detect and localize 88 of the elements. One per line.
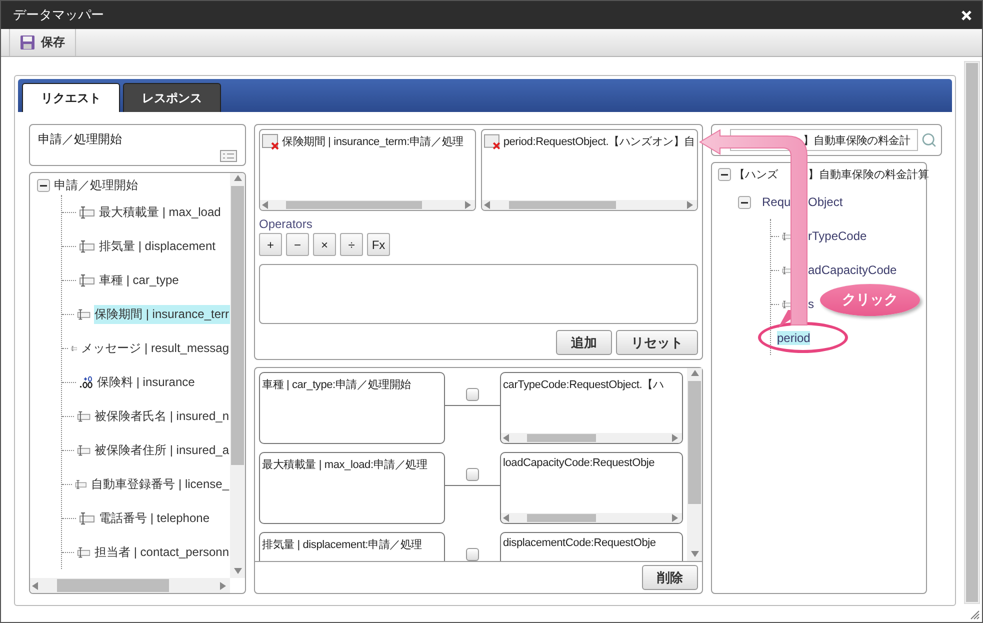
vertical-scrollbar[interactable]: [687, 368, 702, 561]
search-icon[interactable]: [921, 132, 937, 148]
tree-node[interactable]: 被保険者住所 | insured_a: [94, 440, 230, 460]
click-callout: クリック: [820, 284, 920, 316]
text-field-icon: [79, 206, 95, 218]
text-field-icon: [75, 478, 88, 490]
horizontal-scrollbar[interactable]: [30, 578, 230, 593]
text-field-icon: [76, 444, 90, 456]
text-field-icon: [76, 308, 90, 320]
close-icon[interactable]: [961, 10, 972, 20]
collapse-icon[interactable]: [37, 178, 50, 192]
text-field-icon: [79, 512, 95, 524]
tree-node[interactable]: s: [808, 297, 814, 311]
scroll-right-icon[interactable]: [464, 201, 473, 209]
save-button[interactable]: 保存: [9, 29, 76, 56]
mapping-checkbox[interactable]: [466, 468, 479, 481]
add-button[interactable]: 追加: [556, 330, 612, 355]
vertical-scrollbar[interactable]: [230, 173, 245, 578]
mapping-target-text: displacementCode:RequestObje: [503, 537, 656, 549]
horizontal-scrollbar[interactable]: [482, 200, 697, 210]
mapping-source-text: 車種 | car_type:申請／処理開始: [262, 378, 412, 392]
scroll-left-icon[interactable]: [503, 514, 511, 522]
operator-button[interactable]: Fx: [367, 233, 390, 256]
tree-node[interactable]: Requ: [762, 195, 791, 209]
tree-node[interactable]: 被保険者氏名 | insured_n: [94, 406, 230, 426]
scroll-up-icon[interactable]: [234, 175, 242, 183]
tab[interactable]: リクエスト: [22, 83, 120, 112]
tree-node[interactable]: period: [777, 331, 810, 345]
tree-node[interactable]: 自動車登録番号 | license_: [90, 474, 230, 494]
operator-button[interactable]: −: [286, 233, 309, 256]
source-field: 保険期間 | insurance_term:申請／処理: [282, 134, 464, 149]
source-title: 申請／処理開始: [38, 131, 123, 148]
target-field: period:RequestObject.【ハンズオン】自: [503, 134, 695, 149]
horizontal-scrollbar[interactable]: [260, 200, 475, 210]
tree-node[interactable]: メッセージ | result_messag: [80, 338, 230, 358]
page-scrollbar[interactable]: [964, 61, 980, 604]
scroll-down-icon[interactable]: [234, 568, 242, 576]
tree-node[interactable]: 申請／処理開始: [53, 176, 139, 194]
reset-button[interactable]: リセット: [616, 330, 698, 355]
mapping-checkbox[interactable]: [466, 388, 479, 401]
broken-image-icon: [262, 134, 280, 150]
horizontal-scrollbar[interactable]: [501, 513, 682, 523]
mapping-target-text: loadCapacityCode:RequestObje: [503, 457, 655, 469]
collapse-icon[interactable]: [738, 196, 751, 208]
scroll-left-icon[interactable]: [262, 201, 270, 209]
delete-button[interactable]: 削除: [642, 565, 698, 590]
scroll-left-icon[interactable]: [32, 582, 40, 590]
tree-node[interactable]: 保険料 | insurance: [96, 372, 196, 392]
operators-label: Operators: [259, 217, 314, 231]
scroll-left-icon[interactable]: [503, 434, 511, 442]
decimal-icon: [79, 376, 93, 388]
tree-node[interactable]: 電話番号 | telephone: [98, 508, 211, 528]
scroll-right-icon[interactable]: [220, 582, 228, 590]
tree-node[interactable]: 車種 | car_type: [98, 270, 180, 290]
scroll-right-icon[interactable]: [672, 434, 680, 442]
scroll-right-icon[interactable]: [687, 201, 695, 209]
text-field-icon: [79, 240, 95, 252]
mapping-checkbox[interactable]: [466, 548, 479, 561]
horizontal-scrollbar[interactable]: [501, 433, 682, 443]
resize-grip-icon[interactable]: [970, 610, 980, 620]
operator-button[interactable]: +: [259, 233, 282, 256]
scroll-right-icon[interactable]: [672, 514, 680, 522]
tree-node[interactable]: 】自動車保険の料金計算: [808, 166, 929, 182]
list-icon[interactable]: [220, 150, 237, 162]
tree-node[interactable]: 最大積載量 | max_load: [98, 202, 222, 222]
text-field-icon: [76, 546, 90, 558]
operator-button[interactable]: ÷: [340, 233, 363, 256]
mapping-source-text: 最大積載量 | max_load:申請／処理: [262, 458, 428, 472]
scroll-up-icon[interactable]: [690, 370, 698, 378]
tree-node[interactable]: Object: [808, 195, 843, 209]
expression-field[interactable]: [259, 264, 698, 324]
tree-node[interactable]: 【ハンズ: [734, 166, 778, 182]
operator-button[interactable]: ×: [313, 233, 336, 256]
tree-node[interactable]: 保険期間 | insurance_terr: [94, 304, 230, 324]
mapping-target-text: carTypeCode:RequestObject.【ハ: [503, 378, 664, 392]
scroll-down-icon[interactable]: [690, 551, 698, 559]
tab[interactable]: レスポンス: [123, 83, 221, 112]
text-field-icon: [79, 274, 95, 286]
text-field-icon: [76, 410, 90, 422]
scroll-left-icon[interactable]: [484, 201, 492, 209]
tree-node[interactable]: 担当者 | contact_personn: [93, 542, 230, 562]
tree-node[interactable]: adCapacityCode: [808, 263, 897, 277]
broken-image-icon: [484, 134, 502, 150]
window-title: データマッパー: [13, 6, 104, 24]
tree-node[interactable]: rTypeCode: [808, 229, 867, 243]
tree-node[interactable]: 排気量 | displacement: [98, 236, 216, 256]
collapse-icon[interactable]: [718, 168, 731, 180]
mapping-source-text: 排気量 | displacement:申請／処理: [262, 538, 422, 552]
